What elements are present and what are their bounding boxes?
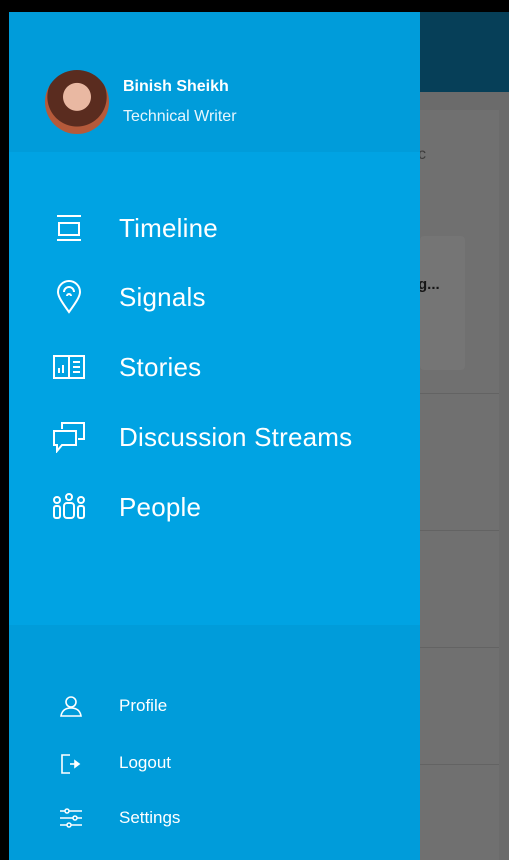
footer-item-settings[interactable]: Settings [9,798,420,838]
drawer-header: Binish Sheikh Technical Writer [9,12,420,152]
background-divider [420,530,499,531]
background-card [420,110,499,860]
nav-label: Signals [119,281,206,312]
nav-item-timeline[interactable]: Timeline [9,200,420,256]
book-icon [49,347,89,387]
logout-icon [57,749,85,777]
drawer-footer: Profile Logout Settings [9,625,420,860]
footer-label: Logout [119,753,171,772]
nav-label: Stories [119,351,202,382]
nav-item-people[interactable]: People [9,479,420,535]
timeline-icon [49,208,89,248]
background-divider [420,393,499,394]
nav-label: Timeline [119,212,218,243]
footer-label: Profile [119,696,168,715]
nav-item-stories[interactable]: Stories [9,339,420,395]
user-name: Binish Sheikh [123,78,229,95]
chat-icon [49,417,89,457]
user-role: Technical Writer [123,108,237,125]
background-divider [420,647,499,648]
location-pin-icon [49,277,89,317]
nav-label: Discussion Streams [119,421,353,452]
nav-label: People [119,491,202,522]
footer-item-profile[interactable]: Profile [9,686,420,726]
device-frame: c g... Binish Sheikh Technical Writer Ti… [0,0,509,860]
avatar[interactable] [45,70,109,134]
people-icon [49,487,89,527]
sliders-icon [57,804,85,832]
user-icon [57,692,85,720]
navigation-drawer: Binish Sheikh Technical Writer Timeline [9,12,420,860]
background-inner-card [420,236,465,370]
background-divider [420,764,499,765]
footer-label: Settings [119,808,181,827]
footer-item-logout[interactable]: Logout [9,743,420,783]
nav-item-signals[interactable]: Signals [9,269,420,325]
screen: c g... Binish Sheikh Technical Writer Ti… [9,12,509,860]
nav-item-discussion-streams[interactable]: Discussion Streams [9,409,420,465]
background-partial-title: g... [418,276,440,293]
